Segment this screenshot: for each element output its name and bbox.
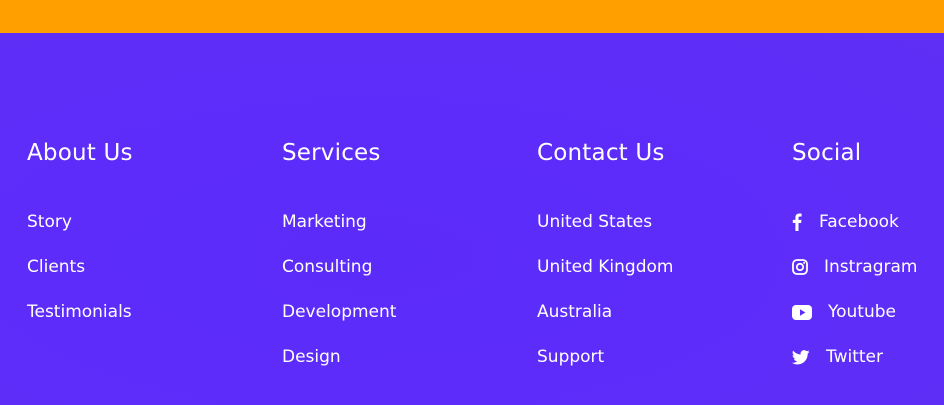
- twitter-label: Twitter: [826, 347, 883, 367]
- link-youtube[interactable]: Youtube: [792, 300, 896, 324]
- list-item: Story: [27, 210, 132, 255]
- column-heading-contact: Contact Us: [537, 140, 665, 166]
- column-heading-services: Services: [282, 140, 381, 166]
- list-item: United Kingdom: [537, 255, 673, 300]
- list-item: Marketing: [282, 210, 396, 255]
- list-item: Support: [537, 345, 673, 390]
- link-clients[interactable]: Clients: [27, 255, 85, 279]
- facebook-label: Facebook: [819, 212, 899, 232]
- youtube-icon: [792, 300, 818, 324]
- link-united-kingdom[interactable]: United Kingdom: [537, 255, 673, 279]
- list-item: Facebook: [792, 210, 917, 255]
- column-heading-about: About Us: [27, 140, 133, 166]
- instagram-label: Instragram: [824, 257, 918, 277]
- youtube-label: Youtube: [828, 302, 896, 322]
- list-item: Design: [282, 345, 396, 390]
- footer-column-contact: Contact Us United States United Kingdom …: [537, 139, 673, 367]
- link-design[interactable]: Design: [282, 345, 341, 369]
- list-item: Clients: [27, 255, 132, 300]
- list-item: Youtube: [792, 300, 917, 345]
- about-links: Story Clients Testimonials: [27, 210, 132, 345]
- social-links: Facebook Instragram Youtube Twitter: [792, 210, 917, 390]
- footer-column-services: Services Marketing Consulting Developmen…: [282, 139, 396, 367]
- link-development[interactable]: Development: [282, 300, 396, 324]
- list-item: Development: [282, 300, 396, 345]
- list-item: United States: [537, 210, 673, 255]
- footer: About Us Story Clients Testimonials Serv…: [0, 33, 944, 405]
- link-twitter[interactable]: Twitter: [792, 345, 883, 369]
- link-australia[interactable]: Australia: [537, 300, 612, 324]
- services-links: Marketing Consulting Development Design: [282, 210, 396, 390]
- facebook-icon: [792, 210, 809, 234]
- link-united-states[interactable]: United States: [537, 210, 652, 234]
- link-consulting[interactable]: Consulting: [282, 255, 372, 279]
- column-heading-social: Social: [792, 140, 862, 166]
- instagram-icon: [792, 255, 814, 279]
- list-item: Twitter: [792, 345, 917, 390]
- link-story[interactable]: Story: [27, 210, 72, 234]
- footer-column-about: About Us Story Clients Testimonials: [27, 139, 133, 322]
- top-bar: [0, 0, 944, 33]
- contact-links: United States United Kingdom Australia S…: [537, 210, 673, 390]
- link-instagram[interactable]: Instragram: [792, 255, 917, 279]
- list-item: Testimonials: [27, 300, 132, 345]
- list-item: Australia: [537, 300, 673, 345]
- footer-column-social: Social Facebook Instragram Youtube Twitt…: [792, 139, 917, 367]
- link-facebook[interactable]: Facebook: [792, 210, 899, 234]
- link-support[interactable]: Support: [537, 345, 604, 369]
- list-item: Consulting: [282, 255, 396, 300]
- link-testimonials[interactable]: Testimonials: [27, 300, 132, 324]
- link-marketing[interactable]: Marketing: [282, 210, 367, 234]
- twitter-icon: [792, 345, 816, 369]
- list-item: Instragram: [792, 255, 917, 300]
